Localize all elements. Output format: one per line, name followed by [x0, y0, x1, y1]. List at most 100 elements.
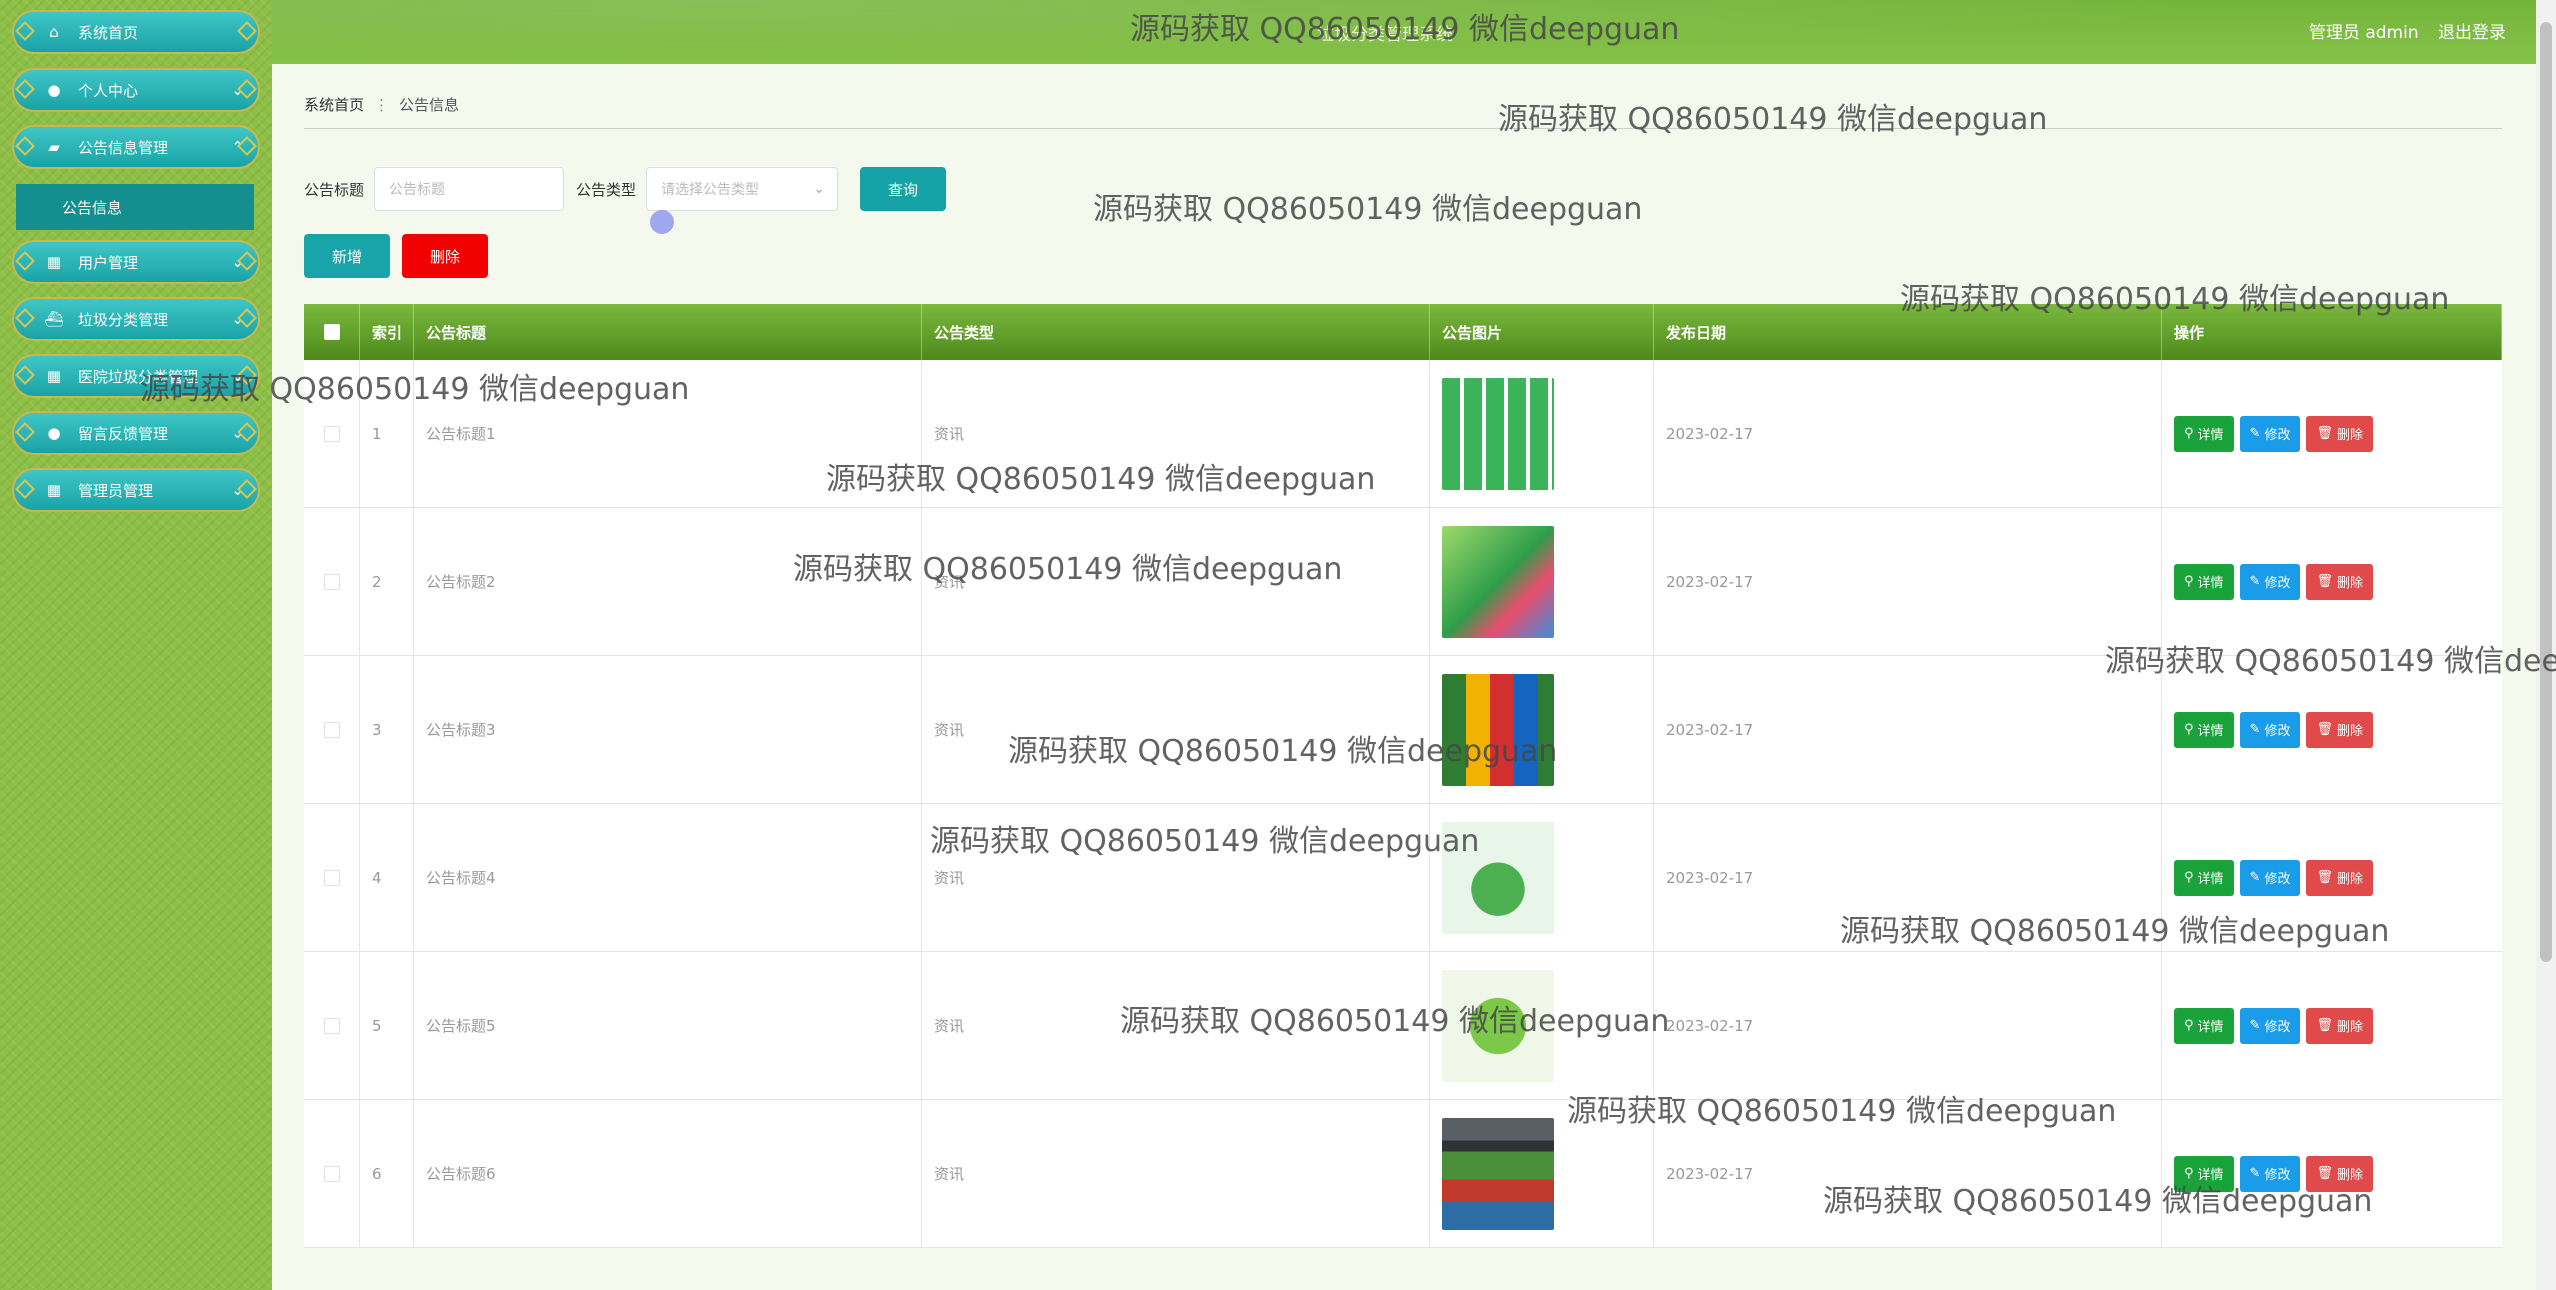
sidebar-item-label: 医院垃圾分类管理 — [78, 367, 199, 386]
divider — [304, 128, 2502, 129]
chevron-down-icon: ⌄ — [231, 310, 244, 328]
search-icon: ⚲ — [2184, 722, 2194, 737]
row-checkbox[interactable] — [323, 869, 340, 886]
user-icon: ● — [47, 81, 61, 99]
detail-button[interactable]: ⚲ 详情 — [2174, 1007, 2234, 1044]
pencil-icon: ✎ — [2249, 1166, 2261, 1181]
delete-button[interactable]: 🗑 删除 — [2306, 1155, 2373, 1192]
delete-button[interactable]: 🗑 删除 — [2306, 415, 2373, 452]
row-checkbox[interactable] — [323, 425, 340, 442]
cell-image — [1430, 1100, 1654, 1247]
detail-button[interactable]: ⚲ 详情 — [2174, 711, 2234, 748]
home-icon: ⌂ — [49, 23, 59, 41]
row-checkbox-cell — [304, 952, 360, 1099]
sidebar-item-garbage-classification[interactable]: ⛴ 垃圾分类管理 ⌄ — [12, 297, 260, 341]
detail-button[interactable]: ⚲ 详情 — [2174, 563, 2234, 600]
app-title: 垃圾分类管理系统 — [1317, 25, 1453, 45]
sidebar-item-admin-management[interactable]: ▦ 管理员管理 ⌄ — [12, 468, 260, 512]
title-search-input[interactable]: 公告标题 — [374, 167, 565, 211]
row-checkbox[interactable] — [323, 1017, 340, 1034]
sidebar-item-hospital-garbage[interactable]: ▦ 医院垃圾分类管理 ⌄ — [12, 354, 260, 398]
query-button[interactable]: 查询 — [860, 167, 947, 211]
edit-button[interactable]: ✎ 修改 — [2239, 415, 2301, 452]
delete-button[interactable]: 🗑 删除 — [2306, 1007, 2373, 1044]
sidebar-item-label: 系统首页 — [78, 23, 139, 42]
search-icon: ⚲ — [2184, 574, 2194, 589]
detail-button[interactable]: ⚲ 详情 — [2174, 859, 2234, 896]
delete-button[interactable]: 🗑 删除 — [2306, 563, 2373, 600]
delete-label: 删除 — [2336, 576, 2363, 591]
cell-ops: ⚲ 详情 ✎ 修改 🗑 删除 — [2162, 952, 2502, 1099]
main-content: 系统首页 ⋮ 公告信息 公告标题 公告标题 公告类型 请选择公告类型 ⌄ 查询 新增… — [272, 64, 2536, 1290]
cell-date: 2023-02-17 — [1654, 952, 2162, 1099]
detail-button[interactable]: ⚲ 详情 — [2174, 1155, 2234, 1192]
delete-label: 删除 — [2336, 428, 2363, 443]
table-row: 4 公告标题4 资讯 2023-02-17 ⚲ 详情 ✎ 修改 🗑 删除 — [304, 804, 2502, 952]
header-image: 公告图片 — [1430, 304, 1654, 360]
edit-button[interactable]: ✎ 修改 — [2239, 711, 2301, 748]
table-row: 5 公告标题5 资讯 2023-02-17 ⚲ 详情 ✎ 修改 🗑 删除 — [304, 952, 2502, 1100]
scrollbar-thumb[interactable] — [2540, 22, 2552, 962]
search-icon: ⚲ — [2184, 1166, 2194, 1181]
batch-delete-button[interactable]: 删除 — [402, 234, 488, 278]
row-checkbox[interactable] — [323, 573, 340, 590]
sidebar-item-user-management[interactable]: ▦ 用户管理 ⌄ — [12, 240, 260, 284]
cell-type: 资讯 — [922, 508, 1430, 655]
detail-label: 详情 — [2197, 1020, 2224, 1035]
briefcase-icon: ▰ — [48, 138, 60, 156]
cell-date: 2023-02-17 — [1654, 656, 2162, 803]
top-header: 垃圾分类管理系统 管理员 admin 退出登录 — [272, 0, 2536, 64]
ship-icon: ⛴ — [44, 310, 64, 328]
row-checkbox[interactable] — [323, 721, 340, 738]
notice-table: 索引 公告标题 公告类型 公告图片 发布日期 操作 1 公告标题1 资讯 202… — [304, 304, 2502, 1248]
type-select[interactable]: 请选择公告类型 ⌄ — [646, 167, 839, 211]
table-row: 1 公告标题1 资讯 2023-02-17 ⚲ 详情 ✎ 修改 🗑 删除 — [304, 360, 2502, 508]
breadcrumb-home[interactable]: 系统首页 — [304, 96, 364, 114]
cell-index: 2 — [360, 508, 414, 655]
cell-index: 4 — [360, 804, 414, 951]
sidebar-item-profile[interactable]: ● 个人中心 ⌄ — [12, 68, 260, 112]
scrollbar[interactable] — [2536, 0, 2556, 1290]
detail-label: 详情 — [2197, 1168, 2224, 1183]
edit-button[interactable]: ✎ 修改 — [2239, 563, 2301, 600]
edit-button[interactable]: ✎ 修改 — [2239, 1155, 2301, 1192]
delete-label: 删除 — [2336, 1020, 2363, 1035]
cell-type: 资讯 — [922, 360, 1430, 507]
row-checkbox-cell — [304, 360, 360, 507]
detail-button[interactable]: ⚲ 详情 — [2174, 415, 2234, 452]
cell-index: 5 — [360, 952, 414, 1099]
search-bar: 公告标题 公告标题 公告类型 请选择公告类型 ⌄ 查询 — [304, 166, 947, 212]
add-button[interactable]: 新增 — [304, 234, 390, 278]
sidebar-item-feedback[interactable]: ● 留言反馈管理 ⌄ — [12, 411, 260, 455]
breadcrumb-current: 公告信息 — [399, 96, 460, 114]
edit-label: 修改 — [2264, 428, 2291, 443]
breadcrumb: 系统首页 ⋮ 公告信息 — [304, 94, 459, 115]
cell-ops: ⚲ 详情 ✎ 修改 🗑 删除 — [2162, 656, 2502, 803]
delete-button[interactable]: 🗑 删除 — [2306, 711, 2373, 748]
select-all-checkbox[interactable] — [323, 324, 340, 340]
chevron-down-icon: ⌄ — [231, 367, 244, 385]
pencil-icon: ✎ — [2249, 574, 2261, 589]
edit-button[interactable]: ✎ 修改 — [2239, 859, 2301, 896]
cell-title: 公告标题5 — [414, 952, 922, 1099]
logout-link[interactable]: 退出登录 — [2438, 23, 2506, 43]
notice-thumbnail — [1442, 821, 1554, 934]
row-checkbox[interactable] — [323, 1165, 340, 1182]
edit-label: 修改 — [2264, 576, 2291, 591]
cell-date: 2023-02-17 — [1654, 508, 2162, 655]
sidebar-subitem-notice-info[interactable]: 公告信息 — [16, 184, 254, 230]
header-ops: 操作 — [2162, 304, 2502, 360]
cell-date: 2023-02-17 — [1654, 1100, 2162, 1247]
edit-button[interactable]: ✎ 修改 — [2239, 1007, 2301, 1044]
cell-image — [1430, 360, 1654, 507]
pencil-icon: ✎ — [2249, 1018, 2261, 1033]
trash-icon: 🗑 — [2316, 722, 2333, 737]
notice-thumbnail — [1442, 377, 1554, 490]
type-filter-label: 公告类型 — [576, 180, 637, 199]
delete-button[interactable]: 🗑 删除 — [2306, 859, 2373, 896]
cell-date: 2023-02-17 — [1654, 804, 2162, 951]
sidebar-item-notice-management[interactable]: ▰ 公告信息管理 ⌃ — [12, 125, 260, 169]
sidebar-item-home[interactable]: ⌂ 系统首页 — [12, 10, 260, 54]
trash-icon: 🗑 — [2316, 870, 2333, 885]
grid-icon: ▦ — [46, 481, 62, 499]
